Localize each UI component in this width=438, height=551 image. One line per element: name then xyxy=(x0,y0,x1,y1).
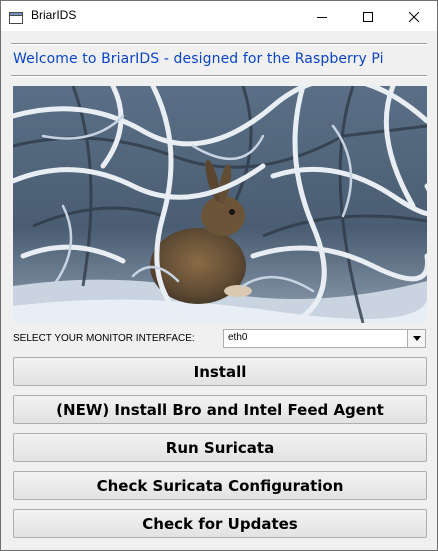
minimize-button[interactable] xyxy=(299,1,345,31)
check-suricata-config-button[interactable]: Check Suricata Configuration xyxy=(13,471,427,500)
app-window-icon xyxy=(9,9,23,24)
window-title: BriarIDS xyxy=(31,8,77,22)
close-icon xyxy=(408,7,420,26)
monitor-interface-value: eth0 xyxy=(228,332,248,343)
chevron-down-icon[interactable] xyxy=(407,330,425,347)
install-button[interactable]: Install xyxy=(13,357,427,386)
maximize-button[interactable] xyxy=(345,1,391,31)
top-divider xyxy=(11,43,427,45)
welcome-heading: Welcome to BriarIDS - designed for the R… xyxy=(13,51,384,67)
title-bar[interactable]: BriarIDS xyxy=(1,1,437,31)
maximize-icon xyxy=(363,7,373,26)
monitor-interface-label: SELECT YOUR MONITOR INTERFACE: xyxy=(13,333,195,344)
app-window: BriarIDS Welcome to BriarIDS - designed … xyxy=(0,0,438,551)
minimize-icon xyxy=(317,7,327,26)
rabbit-painting-image xyxy=(13,86,427,323)
run-suricata-button[interactable]: Run Suricata xyxy=(13,433,427,462)
install-bro-button[interactable]: (NEW) Install Bro and Intel Feed Agent xyxy=(13,395,427,424)
close-button[interactable] xyxy=(391,1,437,31)
monitor-interface-select[interactable]: eth0 xyxy=(223,329,426,348)
bottom-divider xyxy=(11,75,427,77)
main-content: Welcome to BriarIDS - designed for the R… xyxy=(1,31,437,550)
check-for-updates-button[interactable]: Check for Updates xyxy=(13,509,427,538)
